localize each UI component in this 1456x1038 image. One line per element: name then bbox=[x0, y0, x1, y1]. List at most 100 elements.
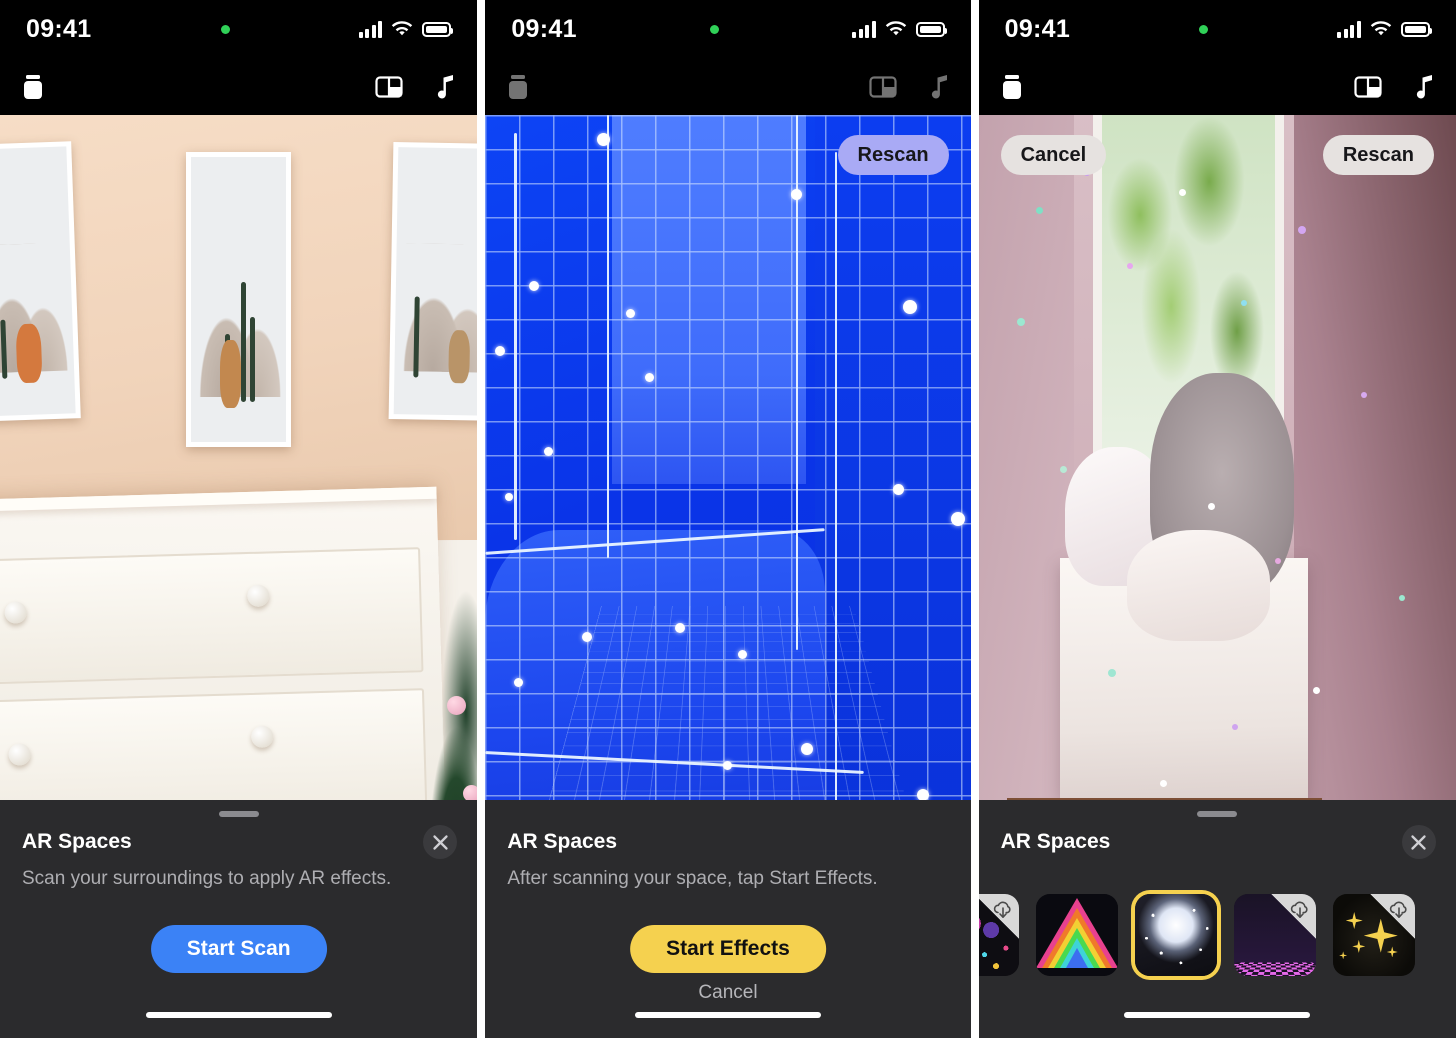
home-indicator bbox=[145, 1012, 332, 1018]
cellular-bars-icon bbox=[1337, 20, 1361, 38]
ar-spaces-sheet-effects: AR Spaces bbox=[978, 800, 1456, 1038]
music-note-icon[interactable] bbox=[1416, 74, 1434, 100]
sheet-grabber[interactable] bbox=[218, 811, 259, 817]
sheet-title: AR Spaces bbox=[507, 830, 618, 853]
privacy-indicator-icon bbox=[1199, 24, 1209, 34]
status-center bbox=[91, 24, 358, 34]
effect-item-confetti[interactable] bbox=[978, 894, 1019, 976]
feature-point bbox=[917, 788, 930, 801]
mesh-edge bbox=[514, 133, 517, 540]
feature-point bbox=[800, 742, 813, 755]
status-time: 09:41 bbox=[511, 14, 577, 43]
nav-bar bbox=[978, 58, 1456, 115]
effect-thumbnail[interactable] bbox=[978, 894, 1019, 976]
effect-item-disco[interactable]: Disco bbox=[1134, 894, 1217, 976]
effect-art-neon bbox=[1035, 894, 1118, 976]
wifi-icon bbox=[1370, 21, 1392, 36]
disco-sparkle bbox=[1207, 502, 1215, 510]
home-indicator bbox=[634, 1012, 821, 1018]
start-scan-button[interactable]: Start Scan bbox=[150, 925, 327, 973]
status-time: 09:41 bbox=[26, 14, 92, 43]
split-view-layout-icon[interactable] bbox=[1354, 75, 1382, 99]
pillow-text bbox=[1126, 530, 1270, 642]
feature-point bbox=[495, 345, 506, 356]
feature-point bbox=[902, 299, 917, 314]
wall-art-fox bbox=[0, 140, 82, 422]
disco-sparkle bbox=[1241, 299, 1248, 306]
effects-carousel[interactable]: Disco bbox=[978, 882, 1456, 988]
start-effects-button[interactable]: Start Effects bbox=[630, 925, 826, 973]
sheet-subtitle: Scan your surroundings to apply AR effec… bbox=[22, 868, 392, 889]
panel-gap bbox=[970, 0, 979, 1038]
nav-actions bbox=[1354, 74, 1434, 100]
cellular-bars-icon bbox=[358, 20, 383, 38]
mesh-edge bbox=[606, 115, 610, 559]
feature-point bbox=[791, 188, 803, 200]
feature-point bbox=[626, 308, 636, 318]
battery-full-icon bbox=[422, 21, 454, 37]
screenshot-triptych: 09:41 AR Spaces Scan your surroundings t… bbox=[0, 0, 1456, 1038]
status-right bbox=[358, 20, 454, 38]
panel-intro: 09:41 AR Spaces Scan your surroundings t… bbox=[0, 0, 478, 1038]
feature-point bbox=[737, 650, 747, 660]
disco-sparkle bbox=[1274, 558, 1281, 565]
status-bar: 09:41 bbox=[978, 0, 1456, 58]
status-center bbox=[1070, 24, 1337, 34]
sheet-title: AR Spaces bbox=[22, 830, 132, 853]
rescan-button[interactable]: Rescan bbox=[1322, 135, 1434, 175]
status-bar: 09:41 bbox=[0, 0, 478, 58]
cloud-download-icon[interactable] bbox=[1369, 894, 1415, 939]
disco-sparkle bbox=[1059, 465, 1067, 473]
cloud-download-icon[interactable] bbox=[978, 894, 1019, 939]
effect-item-checker[interactable] bbox=[1233, 894, 1316, 976]
disco-sparkle bbox=[1312, 687, 1320, 695]
effect-thumbnail[interactable] bbox=[1233, 894, 1316, 976]
music-note-icon[interactable] bbox=[931, 74, 949, 100]
panel-effects: 09:41 Cancel Rescan AR Spaces bbox=[978, 0, 1456, 1038]
cancel-button[interactable]: Cancel bbox=[698, 982, 757, 1004]
effect-item-neon[interactable] bbox=[1035, 894, 1118, 976]
status-center bbox=[577, 24, 852, 34]
cloud-download-icon[interactable] bbox=[1270, 894, 1316, 939]
close-icon[interactable] bbox=[1401, 825, 1436, 859]
effect-thumbnail[interactable] bbox=[1332, 894, 1415, 976]
disco-sparkle bbox=[1179, 188, 1187, 196]
disco-sparkle bbox=[1160, 779, 1167, 787]
disco-sparkle bbox=[1016, 318, 1025, 327]
cellular-bars-icon bbox=[852, 20, 876, 38]
disco-sparkle bbox=[1126, 262, 1133, 269]
status-bar: 09:41 bbox=[485, 0, 971, 58]
disco-sparkle bbox=[1360, 391, 1367, 398]
wall-art-mountain bbox=[389, 141, 478, 421]
wifi-icon bbox=[392, 21, 413, 36]
panel-gap bbox=[477, 0, 486, 1038]
effect-thumbnail[interactable] bbox=[1134, 894, 1217, 976]
split-view-layout-icon[interactable] bbox=[375, 75, 403, 99]
nav-bar bbox=[0, 58, 478, 115]
effect-item-sparkle[interactable] bbox=[1332, 894, 1415, 976]
camera-flip-icon[interactable] bbox=[1001, 74, 1023, 100]
disco-sparkle bbox=[1231, 724, 1238, 731]
feature-point bbox=[674, 622, 685, 633]
music-note-icon[interactable] bbox=[437, 74, 455, 100]
sheet-title: AR Spaces bbox=[1000, 830, 1111, 853]
sheet-subtitle: After scanning your space, tap Start Eff… bbox=[507, 868, 878, 889]
effect-thumbnail[interactable] bbox=[1035, 894, 1118, 976]
privacy-indicator-icon bbox=[220, 24, 230, 34]
wall-art-cactus bbox=[186, 151, 292, 448]
camera-flip-icon[interactable] bbox=[22, 74, 44, 100]
effect-art-disco bbox=[1134, 894, 1217, 976]
split-view-layout-icon[interactable] bbox=[869, 75, 897, 99]
battery-full-icon bbox=[915, 21, 947, 37]
panel-scanning: 09:41 Rescan AR Spaces After scanning yo… bbox=[485, 0, 971, 1038]
sheet-grabber[interactable] bbox=[1197, 811, 1238, 817]
home-indicator bbox=[1124, 1012, 1311, 1018]
status-right bbox=[1337, 20, 1432, 38]
camera-flip-icon[interactable] bbox=[507, 74, 529, 100]
rescan-button[interactable]: Rescan bbox=[837, 135, 949, 175]
status-time: 09:41 bbox=[1004, 14, 1071, 43]
close-icon[interactable] bbox=[423, 825, 458, 859]
cancel-button[interactable]: Cancel bbox=[1000, 135, 1107, 175]
wifi-icon bbox=[885, 21, 906, 36]
disco-sparkle bbox=[1398, 594, 1405, 601]
